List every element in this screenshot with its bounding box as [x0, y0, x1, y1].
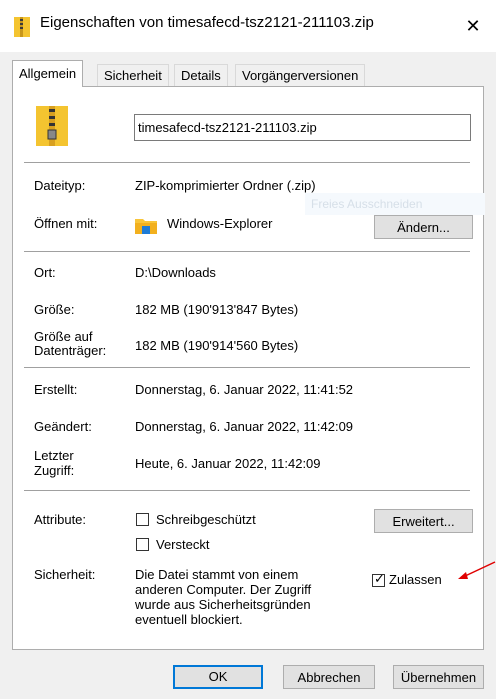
type-label: Dateityp: — [34, 178, 86, 193]
size-on-disk-label: Größe auf Datenträger: — [34, 330, 106, 358]
location-label: Ort: — [34, 265, 56, 280]
tab-sicherheit[interactable]: Sicherheit — [97, 64, 169, 86]
security-text-line3: wurde aus Sicherheitsgründen — [135, 597, 311, 612]
tab-allgemein[interactable]: Allgemein — [12, 60, 84, 87]
security-label: Sicherheit: — [34, 567, 96, 582]
type-value: ZIP-komprimierter Ordner (.zip) — [135, 178, 316, 193]
title-bar: Eigenschaften von timesafecd-tsz2121-211… — [0, 0, 496, 52]
accessed-label: Letzter Zugriff: — [34, 448, 74, 478]
modified-value: Donnerstag, 6. Januar 2022, 11:42:09 — [135, 419, 354, 434]
zip-file-icon — [36, 106, 68, 146]
separator — [24, 162, 470, 163]
close-button[interactable]: ✕ — [450, 6, 496, 46]
explorer-folder-icon — [135, 219, 157, 234]
security-text: Die Datei stammt von einem anderen Compu… — [135, 567, 311, 627]
hidden-label: Versteckt — [156, 537, 210, 552]
security-text-line1: Die Datei stammt von einem — [135, 567, 299, 582]
unblock-checkbox[interactable]: ✓ — [372, 571, 385, 587]
size-label: Größe: — [34, 302, 75, 317]
zip-folder-icon — [14, 17, 30, 37]
ok-button[interactable]: OK — [173, 665, 263, 689]
file-name-input[interactable]: timesafecd-tsz2121-211103.zip — [134, 114, 471, 141]
separator — [24, 251, 470, 252]
checkmark-icon: ✓ — [374, 571, 385, 586]
hidden-checkbox[interactable] — [136, 538, 149, 551]
ghost-tooltip: Freies Ausschneiden — [305, 193, 485, 215]
accessed-label-line2: Zugriff: — [34, 463, 75, 478]
cancel-button[interactable]: Abbrechen — [283, 665, 375, 689]
advanced-button[interactable]: Erweitert... — [374, 509, 473, 533]
open-with-value: Windows-Explorer — [167, 216, 273, 231]
separator — [24, 367, 470, 368]
attributes-label: Attribute: — [34, 512, 87, 527]
general-panel — [12, 86, 484, 650]
annotation-arrow-icon — [458, 561, 496, 579]
unblock-label: Zulassen — [389, 572, 442, 587]
window-title: Eigenschaften von timesafecd-tsz2121-211… — [40, 14, 374, 31]
change-button[interactable]: Ändern... — [374, 215, 473, 239]
security-text-line4: eventuell blockiert. — [135, 612, 243, 627]
security-text-line2: anderen Computer. Der Zugriff — [135, 582, 312, 597]
size-on-disk-label-line2: Datenträger: — [34, 343, 107, 358]
created-label: Erstellt: — [34, 382, 78, 397]
readonly-checkbox[interactable] — [136, 513, 149, 526]
tab-details[interactable]: Details — [174, 64, 228, 86]
size-value: 182 MB (190'913'847 Bytes) — [135, 302, 299, 317]
accessed-value: Heute, 6. Januar 2022, 11:42:09 — [135, 456, 321, 471]
separator — [24, 490, 470, 491]
size-on-disk-value: 182 MB (190'914'560 Bytes) — [135, 338, 299, 353]
tab-vorgaengerversionen[interactable]: Vorgängerversionen — [235, 64, 366, 86]
readonly-label: Schreibgeschützt — [156, 512, 256, 527]
created-value: Donnerstag, 6. Januar 2022, 11:41:52 — [135, 382, 354, 397]
size-on-disk-label-line1: Größe auf — [34, 329, 93, 344]
open-with-label: Öffnen mit: — [34, 216, 98, 231]
modified-label: Geändert: — [34, 419, 92, 434]
accessed-label-line1: Letzter — [34, 448, 74, 463]
apply-button[interactable]: Übernehmen — [393, 665, 484, 689]
location-value: D:\Downloads — [135, 265, 216, 280]
